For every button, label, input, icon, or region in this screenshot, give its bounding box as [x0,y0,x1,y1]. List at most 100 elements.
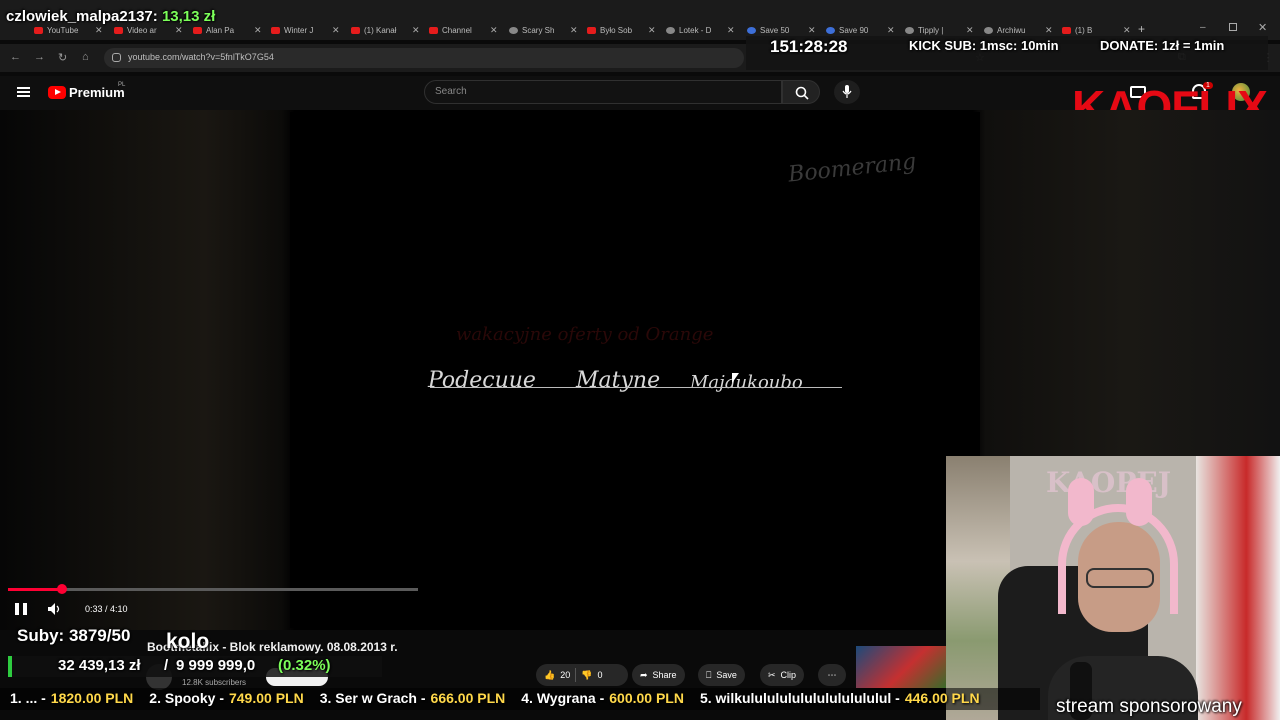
browser-tab[interactable]: Lotek - D ✕ [666,22,735,38]
close-tab-icon[interactable]: ✕ [1123,25,1131,36]
bookmark-icon: ⎕ [706,669,712,680]
steam-icon [747,26,756,34]
goal-percent: (0.32%) [278,657,331,674]
browser-tab-label: Save 90 [839,25,869,35]
close-tab-icon[interactable]: ✕ [727,25,735,36]
ticker-item: 5. wilkulululululululululululul -446.00 … [700,690,980,706]
minimize-icon[interactable]: – [1200,22,1206,33]
close-tab-icon[interactable]: ✕ [254,25,262,36]
browser-tab-label: Save 50 [760,25,790,35]
share-icon: ➦ [640,669,648,680]
browser-tab-label: (1) Kanał [364,25,397,35]
close-tab-icon[interactable]: ✕ [570,25,578,36]
browser-tab-label: Alan Pa [206,25,235,35]
ticker-amount: 600.00 PLN [609,690,684,706]
signature-1: Podecuue [428,368,536,393]
thumbs-up-icon[interactable]: 👍 [544,670,555,681]
top-donor-amount: 13,13 zł [161,8,216,25]
globe-icon [509,26,518,34]
like-count[interactable]: 20 [560,670,570,680]
close-tab-icon[interactable]: ✕ [648,25,656,36]
webcam-sign-text: KAOPEJ [1046,466,1171,499]
close-tab-icon[interactable]: ✕ [966,25,974,36]
progress-track[interactable] [8,588,418,591]
youtube-icon [429,26,438,34]
globe-icon [984,26,993,34]
close-tab-icon[interactable]: ✕ [332,25,340,36]
browser-tab-label: Video ar [127,25,157,35]
volume-icon[interactable] [48,603,62,615]
signature-3: Majaukoubo [690,372,803,393]
signature-2: Matyne [576,368,661,393]
progress-fill [8,588,62,591]
close-window-icon[interactable]: ✕ [1258,21,1267,34]
close-tab-icon[interactable]: ✕ [412,25,420,36]
reload-icon[interactable]: ↻ [58,51,67,64]
ticker-amount: 446.00 PLN [904,690,980,706]
search-input[interactable]: Search [424,80,782,104]
youtube-icon [587,26,596,34]
browser-tab[interactable]: Channel ✕ [429,22,498,38]
url-field[interactable]: youtube.com/watch?v=5fnlTkO7G54 [104,48,744,68]
voice-search-button[interactable] [834,80,860,104]
search-placeholder: Search [435,86,467,97]
save-button[interactable]: ⎕ Save [698,664,745,686]
browser-tab-label: Lotek - D [679,25,712,35]
hamburger-menu-icon[interactable] [17,87,30,97]
time-display: 0:33 / 4:10 [85,604,128,614]
ticker-amount: 749.00 PLN [228,690,304,706]
ticker-rank: 4. Wygrana - [521,690,605,706]
site-info-icon[interactable] [112,53,121,62]
back-icon[interactable]: ← [10,51,21,63]
ticker-rank: 5. wilkulululululululululululul - [699,690,900,706]
ticker-item: 4. Wygrana -600.00 PLN [521,690,684,706]
new-tab-button[interactable]: + [1138,22,1145,36]
country-code: PL [118,82,126,88]
dislike-count[interactable]: 0 [597,670,602,680]
webcam-flag [1196,456,1280,720]
browser-tab-label: Winter J [284,25,314,35]
close-tab-icon[interactable]: ✕ [95,25,103,36]
subathon-timer: 151:28:28 [770,37,848,56]
search-button[interactable] [782,80,820,104]
youtube-premium-label[interactable]: Premium [69,85,125,100]
browser-tab[interactable]: (1) Kanał ✕ [351,22,420,38]
search-icon [795,86,809,100]
share-label: Share [652,670,677,680]
microphone-icon [842,85,852,98]
browser-tab-label: YouTube [47,25,79,35]
browser-tab[interactable]: Scary Sh ✕ [509,22,578,38]
donate-rate: DONATE: 1zł = 1min [1100,38,1225,53]
clip-button[interactable]: ✂ Clip [760,664,805,686]
ticker-items: 1. ... -1820.00 PLN 2. Spooky -749.00 PLN… [10,690,996,706]
forward-icon[interactable]: → [34,51,45,63]
share-button[interactable]: ➦ Share [632,664,685,686]
faint-video-text: wakacyjne oferty od Orange [456,324,714,345]
ticker-item: 2. Spooky -749.00 PLN [149,690,303,706]
youtube-logo-icon[interactable] [48,86,66,99]
close-tab-icon[interactable]: ✕ [175,25,183,36]
browser-tab-label: Było Sob [600,25,633,35]
browser-tab-label: Scary Sh [522,25,555,35]
more-actions-button[interactable]: ⋯ [818,664,846,686]
maximize-icon[interactable] [1229,23,1237,31]
webcam-ear-right [1126,478,1152,526]
ticker-rank: 2. Spooky - [149,690,224,706]
browser-tab[interactable]: Było Sob ✕ [587,22,656,38]
close-tab-icon[interactable]: ✕ [490,25,498,36]
close-tab-icon[interactable]: ✕ [808,25,816,36]
home-icon[interactable]: ⌂ [82,51,89,63]
close-tab-icon[interactable]: ✕ [1045,25,1053,36]
browser-tab-label: (1) B [1075,25,1093,35]
pause-icon[interactable] [15,603,27,615]
browser-tab-label: Archiwu [997,25,1026,35]
progress-scrubber[interactable] [57,584,67,594]
url-text: youtube.com/watch?v=5fnlTkO7G54 [128,52,274,62]
ticker-rank: 1. ... - [10,690,46,706]
like-dislike-group: 👍 20 👎 0 [536,664,628,686]
browser-tab[interactable]: Winter J ✕ [271,22,340,38]
globe-icon [905,26,914,34]
thumbs-down-icon[interactable]: 👎 [581,670,592,681]
thumbnail-preview[interactable] [856,646,946,688]
close-tab-icon[interactable]: ✕ [887,25,895,36]
